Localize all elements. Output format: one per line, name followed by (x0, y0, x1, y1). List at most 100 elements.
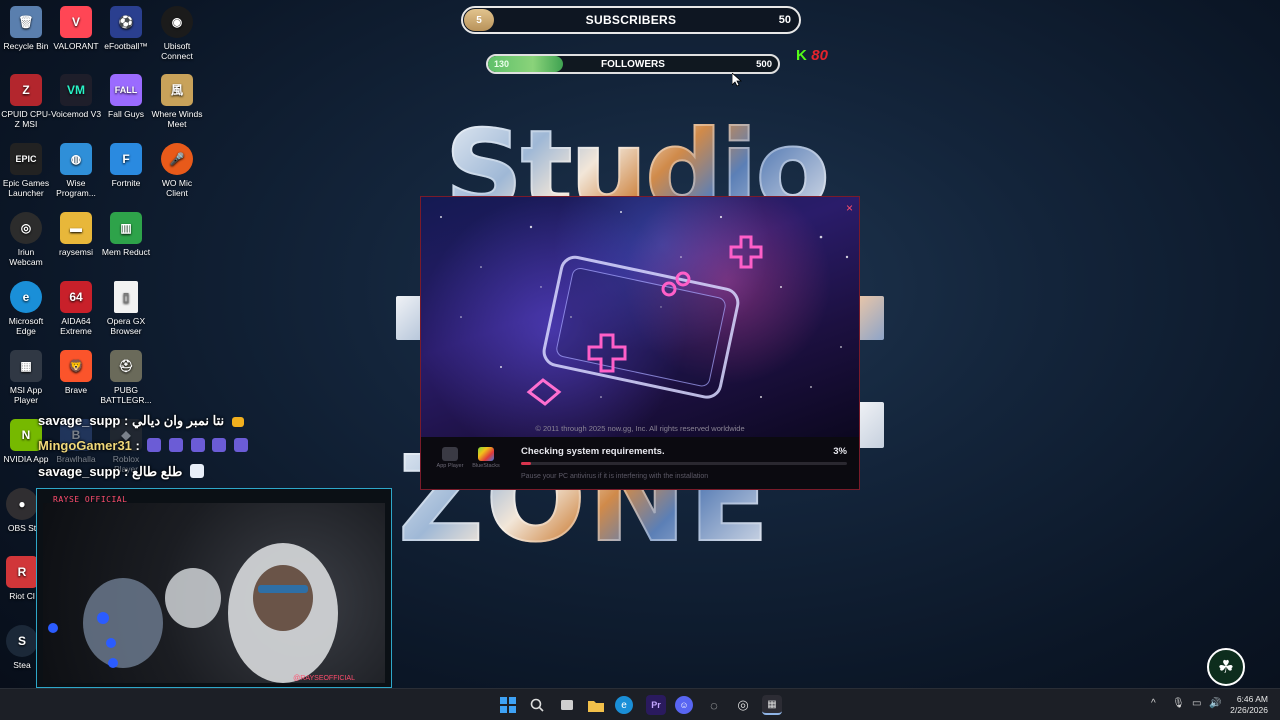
emote-icon (212, 438, 227, 452)
edge-taskbar-button[interactable]: e (615, 696, 633, 714)
desktop-icon-label: Voicemod V3 (50, 109, 102, 119)
folder-icon: ▬ (60, 212, 92, 244)
file-explorer-button[interactable] (586, 695, 606, 715)
installer-copyright: © 2011 through 2025 now.gg, Inc. All rig… (535, 424, 745, 433)
efootball-icon: ⚽ (110, 6, 142, 38)
microphone-icon[interactable]: 🎙 (1172, 698, 1185, 709)
desktop-icon-epic-games[interactable]: EPIC Epic Games Launcher (0, 143, 52, 198)
mini-app-player: App Player (435, 447, 465, 469)
app-player-label: App Player (436, 463, 464, 469)
desktop-icon-mem-reduct[interactable]: ▥ Mem Reduct (100, 212, 152, 257)
installer-taskbar-button[interactable]: ▦ (762, 695, 782, 715)
brave-icon: 🦁 (60, 350, 92, 382)
desktop-icon-raysemsi[interactable]: ▬ raysemsi (50, 212, 102, 257)
chat-username: savage_supp (38, 413, 121, 428)
app-taskbar-button[interactable]: ◌ (704, 695, 724, 715)
kick-viewer-count: K 80 (796, 47, 828, 65)
installer-percent: 3% (833, 446, 847, 457)
webcam-feed (43, 503, 385, 683)
cpuz-icon: Z (10, 74, 42, 106)
desktop-icon-pubg[interactable]: ⛑ PUBG BATTLEGR... (100, 350, 152, 405)
epic-icon: EPIC (10, 143, 42, 175)
folder-icon (588, 700, 604, 712)
wherewinds-icon: 風 (161, 74, 193, 106)
clock[interactable]: 6:46 AM 2/26/2026 (1230, 694, 1268, 716)
file-icon: ▯ (114, 281, 138, 313)
desktop-icon-recycle-bin[interactable]: 🗑 Recycle Bin (0, 6, 52, 51)
circle-app-icon: ◌ (710, 697, 718, 713)
chat-message: MingoGamer31 : (38, 438, 248, 453)
desktop-icon-label: eFootball™ (104, 41, 148, 51)
chat-username: MingoGamer31 (38, 438, 132, 453)
search-button[interactable] (527, 695, 547, 715)
voicemod-icon: VM (60, 74, 92, 106)
kick-viewers: 80 (811, 47, 828, 64)
steam-icon: S (6, 625, 38, 657)
app-player-icon (442, 447, 458, 461)
chart-emote-icon (189, 464, 204, 478)
chat-separator: : (120, 413, 132, 428)
desktop-icon-label: Ubisoft Connect (161, 41, 193, 61)
desktop-icon-fortnite[interactable]: F Fortnite (100, 143, 152, 188)
webcam-brand-tag: RAYSE OFFICIAL (53, 495, 128, 504)
desktop-icon-ubisoft[interactable]: ◉ Ubisoft Connect (151, 6, 203, 61)
followers-goal-bar: 130 FOLLOWERS 500 (486, 54, 780, 74)
memreduct-icon: ▥ (110, 212, 142, 244)
desktop-icon-label: OBS St (7, 523, 37, 533)
display-icon[interactable]: ▭ (1192, 698, 1201, 709)
obs-icon: ● (6, 488, 38, 520)
desktop-icon-iriun-webcam[interactable]: ◎ Iriun Webcam (0, 212, 52, 267)
emote-icon (169, 438, 184, 452)
chat-text: نتا نمبر وان ديالي (131, 413, 225, 428)
installer-hint: Pause your PC antivirus if it is interfe… (521, 473, 709, 480)
edge-icon: e (621, 699, 627, 711)
desktop-icon-edge[interactable]: e Microsoft Edge (0, 281, 52, 336)
discord-taskbar-button[interactable]: ☺ (675, 696, 693, 714)
desktop-icon-label: Fortnite (111, 178, 141, 188)
webcam-taskbar-button[interactable]: ◎ (733, 695, 753, 715)
task-view-button[interactable] (557, 695, 577, 715)
desktop-icon-valorant[interactable]: V VALORANT (50, 6, 102, 51)
installer-window[interactable]: × © 2011 through 2025 now.gg, Inc. All r… (420, 196, 860, 490)
desktop-icon-label: WO Mic Client (161, 178, 193, 198)
desktop-icon-opera-gx[interactable]: ▯ Opera GX Browser (100, 281, 152, 336)
desktop-icon-voicemod[interactable]: VM Voicemod V3 (50, 74, 102, 119)
iriun-icon: ◎ (737, 697, 749, 712)
desktop-icon-label: Epic Games Launcher (2, 178, 50, 198)
chat-text: طلع طالع (131, 464, 183, 479)
bluestacks-icon (478, 447, 494, 461)
start-button[interactable] (498, 695, 518, 715)
desktop-icon-label: Fall Guys (108, 109, 144, 119)
discord-icon: ☺ (679, 700, 689, 710)
desktop-icon-brave[interactable]: 🦁 Brave (50, 350, 102, 395)
desktop-icon-efootball[interactable]: ⚽ eFootball™ (100, 6, 152, 51)
desktop-icon-label: Recycle Bin (3, 41, 49, 51)
desktop-icon-cpuz[interactable]: Z CPUID CPU-Z MSI (0, 74, 52, 129)
desktop-icon-wise[interactable]: ◍ Wise Program... (50, 143, 102, 198)
installer-close-button[interactable]: × (846, 201, 853, 215)
desktop-icon-where-winds-meet[interactable]: 風 Where Winds Meet (151, 74, 203, 129)
desktop-icon-aida64[interactable]: 64 AIDA64 Extreme (50, 281, 102, 336)
aida64-icon: 64 (60, 281, 92, 313)
desktop-icon-label: Wise Program... (56, 178, 96, 198)
installer-progress-bar (521, 462, 847, 465)
installer-status-area: App Player BlueStacks Checking system re… (421, 437, 859, 489)
desktop-icon-msi-app-player[interactable]: ▦ MSI App Player (0, 350, 52, 405)
emote-icon (190, 438, 205, 452)
subscribers-label: SUBSCRIBERS (585, 13, 677, 27)
installer-status-text: Checking system requirements. (521, 446, 665, 457)
premiere-taskbar-button[interactable]: Pr (646, 695, 666, 715)
mini-bluestacks: BlueStacks (471, 447, 501, 469)
desktop-icon-fall-guys[interactable]: FALL Fall Guys (100, 74, 152, 119)
desktop-icon-wo-mic[interactable]: 🎤 WO Mic Client (151, 143, 203, 198)
followers-current: 130 (494, 59, 510, 69)
background-bar-right-2 (858, 402, 884, 448)
tray-overflow-chevron-icon[interactable]: ^ (1151, 698, 1156, 709)
subscribers-goal: 50 (778, 14, 791, 26)
windows-logo-icon (500, 697, 516, 713)
volume-icon[interactable]: 🔊 (1209, 698, 1221, 709)
background-bar-left (396, 296, 422, 340)
edge-icon: e (10, 281, 42, 313)
gamepad-phone-illustration (440, 211, 849, 406)
chat-separator: : (120, 464, 132, 479)
